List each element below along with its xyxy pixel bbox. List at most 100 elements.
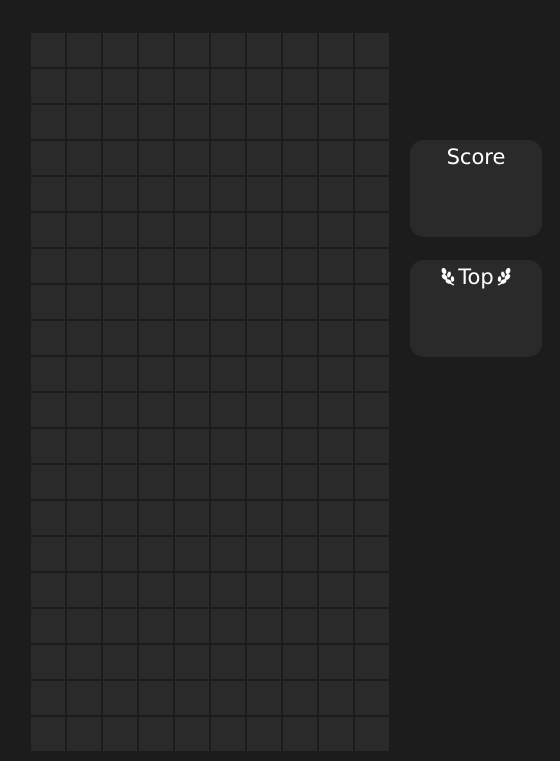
board-cell — [174, 212, 210, 248]
board-cell — [354, 428, 390, 464]
board-cell — [246, 212, 282, 248]
board-cell — [30, 716, 66, 752]
board-cell — [354, 464, 390, 500]
board-cell — [102, 572, 138, 608]
board-cell — [318, 356, 354, 392]
board-cell — [210, 140, 246, 176]
top-score-panel: Top — [410, 260, 542, 357]
board-cell — [246, 32, 282, 68]
board-cell — [174, 104, 210, 140]
board-cell — [354, 716, 390, 752]
board-cell — [102, 104, 138, 140]
board-cell — [210, 392, 246, 428]
board-cell — [30, 176, 66, 212]
board-cell — [354, 572, 390, 608]
board-cell — [174, 320, 210, 356]
board-cell — [174, 32, 210, 68]
board-cell — [102, 608, 138, 644]
board-cell — [318, 680, 354, 716]
top-score-title: Top — [410, 262, 542, 292]
board-cell — [354, 320, 390, 356]
board-cell — [30, 680, 66, 716]
board-cell — [354, 176, 390, 212]
board-cell — [102, 212, 138, 248]
board-cell — [66, 104, 102, 140]
laurel-left-icon — [440, 267, 457, 287]
top-score-label: Top — [458, 265, 494, 289]
board-cell — [30, 284, 66, 320]
board-cell — [354, 68, 390, 104]
board-cell — [246, 680, 282, 716]
board-cell — [30, 68, 66, 104]
board-cell — [282, 68, 318, 104]
board-cell — [66, 716, 102, 752]
board-cell — [138, 428, 174, 464]
board-cell — [282, 140, 318, 176]
board-cell — [282, 212, 318, 248]
board-cell — [210, 644, 246, 680]
board-cell — [210, 608, 246, 644]
board-cell — [354, 248, 390, 284]
board-cell — [138, 536, 174, 572]
board-cell — [138, 176, 174, 212]
board-cell — [30, 212, 66, 248]
board-cell — [318, 212, 354, 248]
board-cell — [246, 500, 282, 536]
board-cell — [174, 572, 210, 608]
board-cell — [102, 500, 138, 536]
game-board[interactable] — [30, 32, 390, 752]
board-cell — [246, 68, 282, 104]
board-cell — [66, 320, 102, 356]
board-cell — [246, 104, 282, 140]
board-cell — [282, 680, 318, 716]
board-cell — [354, 356, 390, 392]
board-cell — [354, 32, 390, 68]
board-cell — [102, 536, 138, 572]
board-cell — [318, 716, 354, 752]
board-cell — [174, 608, 210, 644]
board-cell — [210, 248, 246, 284]
board-cell — [30, 428, 66, 464]
board-cell — [138, 320, 174, 356]
board-cell — [66, 464, 102, 500]
board-cell — [102, 32, 138, 68]
board-cell — [66, 248, 102, 284]
board-cell — [66, 572, 102, 608]
board-cell — [66, 68, 102, 104]
board-cell — [282, 356, 318, 392]
board-cell — [282, 572, 318, 608]
board-cell — [354, 140, 390, 176]
board-cell — [210, 356, 246, 392]
score-label: Score — [446, 145, 506, 169]
board-cell — [318, 536, 354, 572]
board-cell — [138, 32, 174, 68]
board-cell — [318, 608, 354, 644]
board-cell — [318, 500, 354, 536]
board-cell — [318, 176, 354, 212]
board-cell — [246, 644, 282, 680]
board-cell — [138, 680, 174, 716]
board-cell — [246, 284, 282, 320]
board-cell — [66, 500, 102, 536]
board-cell — [30, 140, 66, 176]
board-cell — [210, 680, 246, 716]
board-cell — [318, 464, 354, 500]
board-cell — [138, 392, 174, 428]
board-cell — [102, 392, 138, 428]
board-cell — [138, 500, 174, 536]
board-cell — [210, 284, 246, 320]
board-cell — [102, 140, 138, 176]
board-cell — [210, 572, 246, 608]
board-cell — [30, 536, 66, 572]
board-cell — [210, 500, 246, 536]
board-cell — [246, 536, 282, 572]
board-cell — [174, 284, 210, 320]
board-cell — [138, 284, 174, 320]
board-cell — [282, 608, 318, 644]
board-cell — [66, 140, 102, 176]
board-cell — [30, 608, 66, 644]
board-cell — [246, 392, 282, 428]
board-cell — [138, 248, 174, 284]
board-cell — [102, 320, 138, 356]
board-cell — [30, 356, 66, 392]
